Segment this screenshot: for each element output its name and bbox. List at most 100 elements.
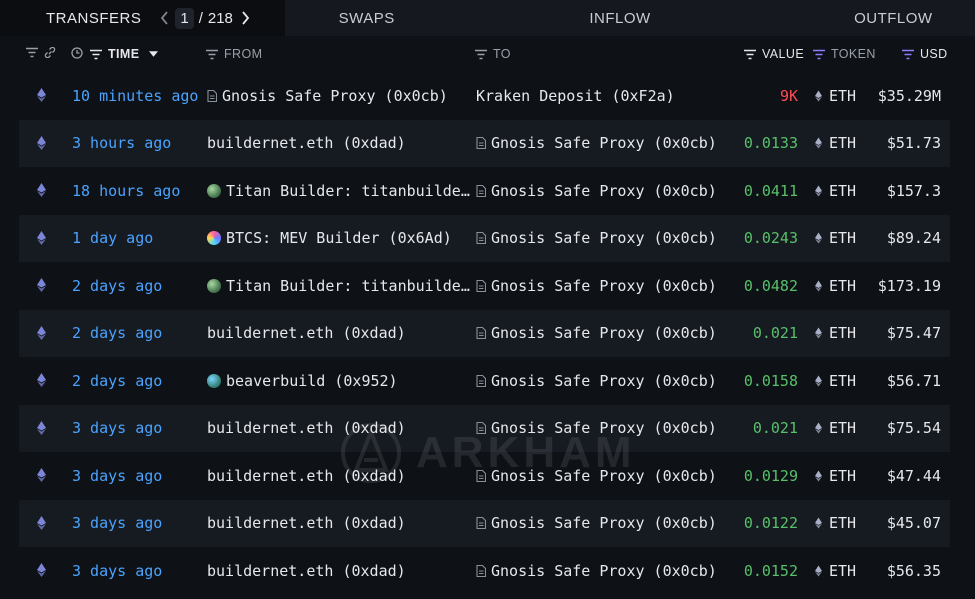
contract-doc-icon xyxy=(476,184,486,197)
row-from[interactable]: buildernet.eth (0xdad) xyxy=(207,514,477,532)
row-to[interactable]: Gnosis Safe Proxy (0x0cb) xyxy=(476,134,726,152)
row-from-label: Titan Builder: titanbuilder.xyz xyxy=(226,276,477,295)
row-to-label: Gnosis Safe Proxy (0x0cb) xyxy=(491,419,717,437)
table-row[interactable]: 3 days ago buildernet.eth (0xdad) Gnosis… xyxy=(19,547,950,594)
row-value: 0.0122 xyxy=(743,514,798,532)
table-row[interactable]: 10 minutes ago Gnosis Safe Proxy (0x0cb)… xyxy=(19,72,950,119)
row-token[interactable]: ETH xyxy=(815,562,856,580)
table-row[interactable]: 2 days ago beaverbuild (0x952) Gnosis Sa… xyxy=(19,357,950,404)
row-time[interactable]: 3 days ago xyxy=(72,419,162,437)
row-token[interactable]: ETH xyxy=(815,514,856,532)
row-to[interactable]: Gnosis Safe Proxy (0x0cb) xyxy=(476,562,726,580)
tab-transfers[interactable]: TRANSFERS 1 / 218 xyxy=(0,0,285,36)
usd-header-label: USD xyxy=(920,47,948,61)
row-token[interactable]: ETH xyxy=(815,87,856,105)
row-time[interactable]: 3 days ago xyxy=(72,467,162,485)
row-from[interactable]: beaverbuild (0x952) xyxy=(207,372,477,390)
row-value: 0.0152 xyxy=(743,561,798,580)
row-from[interactable]: buildernet.eth (0xdad) xyxy=(207,467,477,485)
page-current[interactable]: 1 xyxy=(175,7,194,29)
contract-doc-icon xyxy=(476,564,486,577)
ethereum-chain-icon xyxy=(37,468,49,486)
row-time[interactable]: 2 days ago xyxy=(72,372,162,390)
row-token[interactable]: ETH xyxy=(815,182,856,200)
row-time[interactable]: 10 minutes ago xyxy=(72,87,198,105)
row-token-label: ETH xyxy=(829,229,857,247)
row-to[interactable]: Kraken Deposit (0xF2a) xyxy=(476,87,726,105)
row-token[interactable]: ETH xyxy=(815,277,856,295)
tab-bar: TRANSFERS 1 / 218 SWAPS INFLOW OUTFLOW xyxy=(0,0,975,36)
row-time[interactable]: 18 hours ago xyxy=(72,182,180,200)
row-to[interactable]: Gnosis Safe Proxy (0x0cb) xyxy=(476,419,726,437)
table-row[interactable]: 2 days ago Titan Builder: titanbuilder.x… xyxy=(19,262,950,309)
row-to-label: Gnosis Safe Proxy (0x0cb) xyxy=(491,514,717,532)
table-row[interactable]: 3 days ago buildernet.eth (0xdad) Gnosis… xyxy=(19,404,950,452)
filter-icon xyxy=(475,49,487,59)
clock-icon[interactable] xyxy=(71,47,83,59)
row-to[interactable]: Gnosis Safe Proxy (0x0cb) xyxy=(476,182,726,200)
row-time[interactable]: 3 hours ago xyxy=(72,134,171,152)
time-column-header[interactable]: TIME xyxy=(90,47,159,61)
contract-doc-icon xyxy=(476,374,486,387)
row-token-label: ETH xyxy=(829,324,857,342)
tab-inflow[interactable]: INFLOW xyxy=(538,0,731,36)
row-to[interactable]: Gnosis Safe Proxy (0x0cb) xyxy=(476,372,726,390)
row-token-label: ETH xyxy=(829,466,857,485)
row-token[interactable]: ETH xyxy=(815,372,856,390)
table-row[interactable]: 18 hours ago Titan Builder: titanbuilder… xyxy=(19,167,950,214)
row-time[interactable]: 3 days ago xyxy=(72,514,162,532)
row-to[interactable]: Gnosis Safe Proxy (0x0cb) xyxy=(476,324,726,342)
usd-column-header[interactable]: USD xyxy=(902,47,948,61)
row-usd: $51.73 xyxy=(886,134,941,152)
table-row[interactable]: 2 days ago buildernet.eth (0xdad) Gnosis… xyxy=(19,309,950,357)
row-from[interactable]: buildernet.eth (0xdad) xyxy=(207,419,477,437)
row-from[interactable]: BTCS: MEV Builder (0x6Ad) xyxy=(207,229,477,247)
row-to-label: Gnosis Safe Proxy (0x0cb) xyxy=(491,324,717,342)
row-from[interactable]: Titan Builder: titanbuilder.xyz xyxy=(207,277,477,295)
row-token[interactable]: ETH xyxy=(815,419,856,437)
to-column-header[interactable]: TO xyxy=(475,47,511,61)
row-from[interactable]: Titan Builder: titanbuilder.xyz xyxy=(207,182,477,200)
row-from[interactable]: Gnosis Safe Proxy (0x0cb) xyxy=(207,87,477,105)
row-token[interactable]: ETH xyxy=(815,229,856,247)
row-usd: $47.44 xyxy=(886,466,941,485)
table-row[interactable]: 1 day ago BTCS: MEV Builder (0x6Ad) Gnos… xyxy=(19,214,950,262)
chevron-left-icon[interactable] xyxy=(155,8,173,28)
row-token[interactable]: ETH xyxy=(815,467,856,485)
row-to[interactable]: Gnosis Safe Proxy (0x0cb) xyxy=(476,467,726,485)
row-to[interactable]: Gnosis Safe Proxy (0x0cb) xyxy=(476,229,726,247)
tab-swaps[interactable]: SWAPS xyxy=(285,0,538,36)
token-column-header[interactable]: TOKEN xyxy=(813,47,876,61)
value-header-label: VALUE xyxy=(762,47,805,61)
row-from[interactable]: buildernet.eth (0xdad) xyxy=(207,562,477,580)
row-to-label: Gnosis Safe Proxy (0x0cb) xyxy=(491,561,717,580)
row-from[interactable]: buildernet.eth (0xdad) xyxy=(207,134,477,152)
chevron-right-icon[interactable] xyxy=(237,8,255,28)
row-from[interactable]: buildernet.eth (0xdad) xyxy=(207,324,477,342)
row-time[interactable]: 2 days ago xyxy=(72,324,162,342)
row-value: 0.021 xyxy=(752,419,798,437)
row-to[interactable]: Gnosis Safe Proxy (0x0cb) xyxy=(476,514,726,532)
row-token[interactable]: ETH xyxy=(815,134,856,152)
filter-icon[interactable] xyxy=(26,47,38,58)
row-to[interactable]: Gnosis Safe Proxy (0x0cb) xyxy=(476,277,726,295)
tab-outflow[interactable]: OUTFLOW xyxy=(732,0,975,36)
value-column-header[interactable]: VALUE xyxy=(744,47,804,61)
row-value: 0.0158 xyxy=(743,371,798,390)
from-column-header[interactable]: FROM xyxy=(206,47,262,61)
filter-icon xyxy=(206,49,218,59)
row-token[interactable]: ETH xyxy=(815,324,856,342)
beaver-orb-icon xyxy=(207,373,221,388)
row-time[interactable]: 3 days ago xyxy=(72,562,162,580)
row-to-label: Gnosis Safe Proxy (0x0cb) xyxy=(491,371,717,390)
table-row[interactable]: 3 days ago buildernet.eth (0xdad) Gnosis… xyxy=(19,452,950,499)
row-usd: $75.47 xyxy=(886,324,941,342)
row-time[interactable]: 1 day ago xyxy=(72,229,153,247)
ethereum-chain-icon xyxy=(37,230,49,249)
table-row[interactable]: 3 days ago buildernet.eth (0xdad) Gnosis… xyxy=(19,499,950,547)
link-icon[interactable] xyxy=(44,47,56,58)
row-time[interactable]: 2 days ago xyxy=(72,277,162,295)
row-from-label: BTCS: MEV Builder (0x6Ad) xyxy=(226,229,452,247)
ethereum-chain-icon xyxy=(37,325,49,344)
table-row[interactable]: 3 hours ago buildernet.eth (0xdad) Gnosi… xyxy=(19,119,950,167)
